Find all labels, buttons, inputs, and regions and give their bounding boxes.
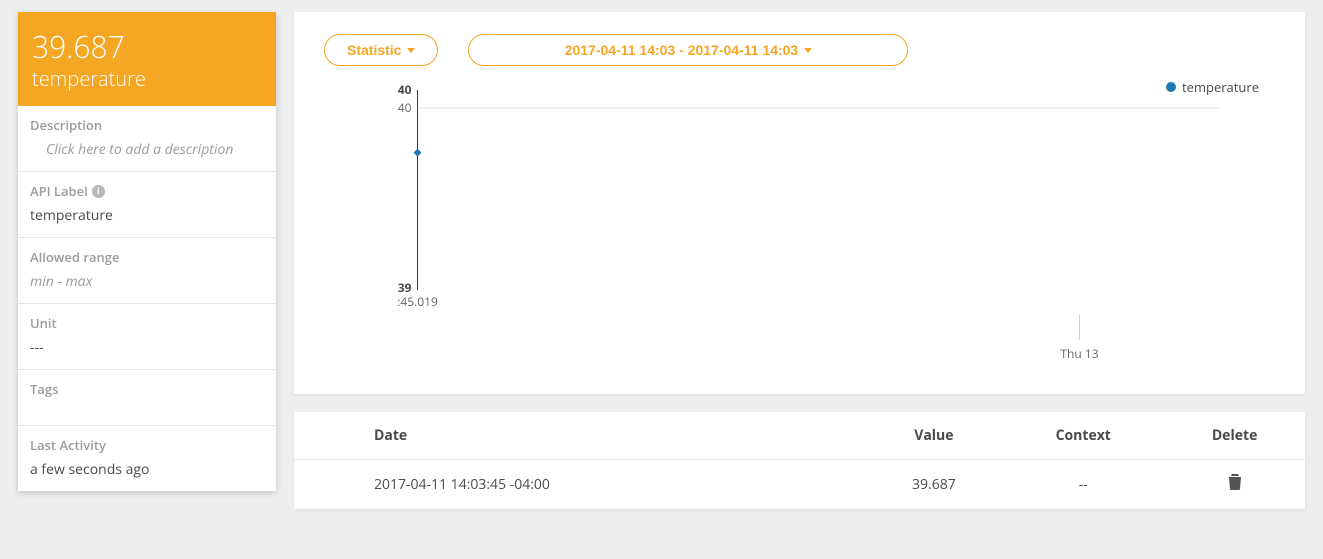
api-label-label: API Label i — [30, 182, 264, 200]
chart-toolbar: Statistic 2017-04-11 14:03 - 2017-04-11 … — [324, 34, 1275, 66]
main-column: Statistic 2017-04-11 14:03 - 2017-04-11 … — [294, 12, 1305, 509]
svg-text:Thu 13: Thu 13 — [1060, 345, 1098, 362]
unit-section: Unit --- — [18, 304, 276, 370]
legend-dot-icon — [1166, 82, 1176, 92]
variable-sidebar: 39.687 temperature Description Click her… — [18, 12, 276, 491]
col-value: Value — [865, 412, 1002, 460]
statistic-dropdown[interactable]: Statistic — [324, 34, 438, 66]
chart-svg: 40 40 39 :45.019 Thu 13 — [324, 80, 1275, 380]
svg-text::45.019: :45.019 — [397, 293, 438, 310]
allowed-range-section: Allowed range min - max — [18, 238, 276, 304]
last-activity-label: Last Activity — [30, 436, 264, 454]
api-label-text: API Label — [30, 182, 88, 200]
unit-value[interactable]: --- — [30, 338, 264, 357]
cell-date: 2017-04-11 14:03:45 -04:00 — [294, 460, 865, 510]
last-activity-section: Last Activity a few seconds ago — [18, 426, 276, 491]
legend-series-label: temperature — [1182, 78, 1259, 96]
daterange-dropdown[interactable]: 2017-04-11 14:03 - 2017-04-11 14:03 — [468, 34, 908, 66]
tags-label: Tags — [30, 380, 264, 398]
daterange-label: 2017-04-11 14:03 - 2017-04-11 14:03 — [565, 42, 799, 58]
col-date: Date — [294, 412, 865, 460]
data-table-card: Date Value Context Delete 2017-04-11 14:… — [294, 412, 1305, 509]
data-table: Date Value Context Delete 2017-04-11 14:… — [294, 412, 1305, 509]
cell-value: 39.687 — [865, 460, 1002, 510]
chart-card: Statistic 2017-04-11 14:03 - 2017-04-11 … — [294, 12, 1305, 394]
svg-text:40: 40 — [398, 81, 412, 98]
cell-delete — [1164, 460, 1305, 510]
description-section: Description Click here to add a descript… — [18, 106, 276, 172]
variable-header: 39.687 temperature — [18, 12, 276, 106]
svg-text:40: 40 — [398, 99, 412, 116]
api-label-value[interactable]: temperature — [30, 206, 264, 225]
statistic-label: Statistic — [347, 42, 401, 58]
allowed-range-label: Allowed range — [30, 248, 264, 266]
table-header-row: Date Value Context Delete — [294, 412, 1305, 460]
info-icon[interactable]: i — [92, 185, 105, 198]
chevron-down-icon — [407, 48, 415, 53]
allowed-range-value[interactable]: min - max — [30, 272, 264, 291]
description-input[interactable]: Click here to add a description — [30, 140, 264, 159]
trash-icon — [1228, 474, 1242, 495]
col-delete: Delete — [1164, 412, 1305, 460]
delete-button[interactable] — [1228, 474, 1242, 495]
chevron-down-icon — [804, 48, 812, 53]
tags-section: Tags — [18, 370, 276, 426]
unit-label: Unit — [30, 314, 264, 332]
description-label: Description — [30, 116, 264, 134]
cell-context: -- — [1002, 460, 1164, 510]
variable-current-value: 39.687 — [32, 30, 262, 63]
chart-legend: temperature — [1166, 78, 1259, 96]
table-row: 2017-04-11 14:03:45 -04:0039.687-- — [294, 460, 1305, 510]
api-label-section: API Label i temperature — [18, 172, 276, 238]
last-activity-value: a few seconds ago — [30, 460, 264, 479]
variable-name: temperature — [32, 65, 262, 92]
col-context: Context — [1002, 412, 1164, 460]
chart-area: temperature 40 40 39 :45.019 — [324, 80, 1275, 380]
